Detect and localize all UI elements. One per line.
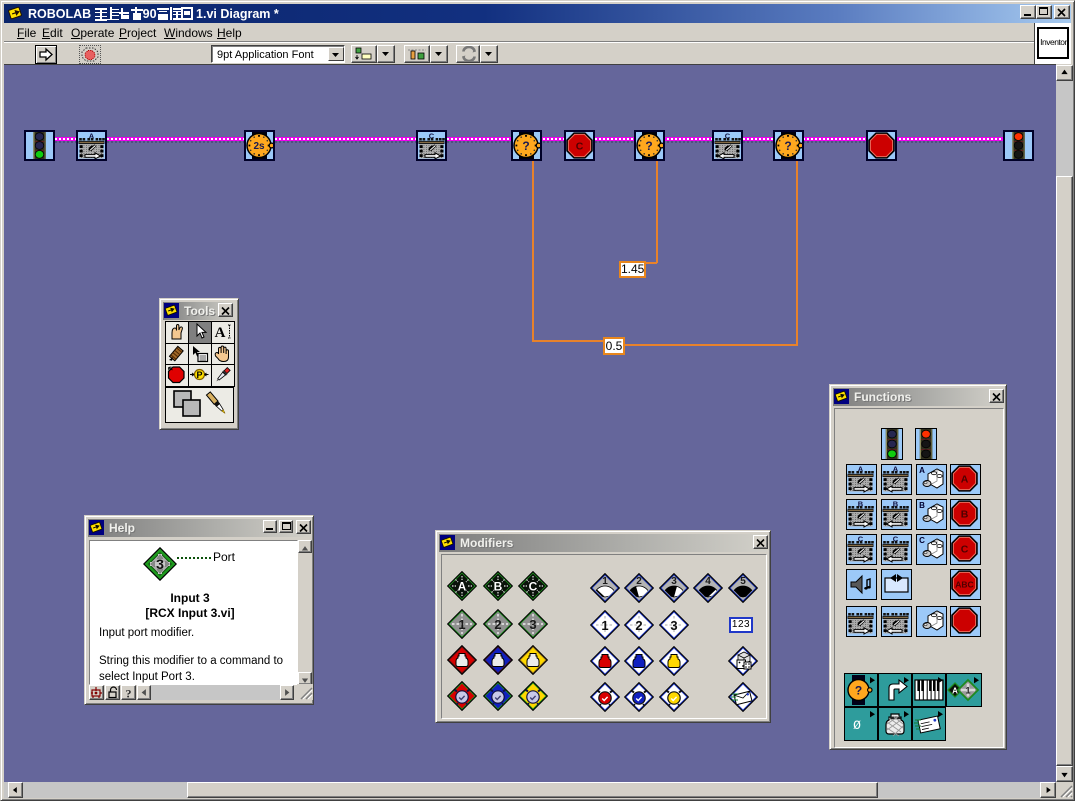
svg-text:3: 3 <box>670 618 677 633</box>
svg-text:B: B <box>493 580 502 594</box>
svg-text:A: A <box>919 466 925 475</box>
svg-text:B: B <box>961 509 969 521</box>
svg-text:2: 2 <box>494 617 501 632</box>
svg-text:B: B <box>919 501 925 510</box>
svg-text:C: C <box>529 580 538 594</box>
svg-text:2s: 2s <box>253 141 265 152</box>
svg-text:ABC: ABC <box>955 580 973 590</box>
svg-text:1: 1 <box>601 618 608 633</box>
svg-text:C: C <box>576 141 584 153</box>
svg-text:5: 5 <box>740 576 746 587</box>
svg-text:A: A <box>458 580 467 594</box>
svg-text:Ø: Ø <box>853 718 861 733</box>
svg-text:A: A <box>952 687 958 696</box>
svg-text:P: P <box>196 370 202 380</box>
svg-text:3: 3 <box>156 556 164 572</box>
svg-text:C: C <box>961 544 969 556</box>
svg-text:1: 1 <box>965 686 970 696</box>
svg-text:?: ? <box>855 684 862 698</box>
svg-text:?: ? <box>126 687 132 700</box>
svg-text:2: 2 <box>636 576 642 587</box>
svg-text:?: ? <box>522 139 529 153</box>
svg-text:3: 3 <box>671 576 677 587</box>
svg-text:A: A <box>214 325 225 341</box>
svg-text:?: ? <box>645 139 652 153</box>
svg-text:C: C <box>919 536 925 545</box>
svg-text:3: 3 <box>529 617 536 632</box>
svg-text:2: 2 <box>635 618 642 633</box>
svg-text:1: 1 <box>458 617 465 632</box>
svg-text:4: 4 <box>705 576 711 587</box>
svg-text:?: ? <box>784 139 791 153</box>
svg-text:1: 1 <box>602 576 608 587</box>
svg-text:A: A <box>961 474 969 486</box>
